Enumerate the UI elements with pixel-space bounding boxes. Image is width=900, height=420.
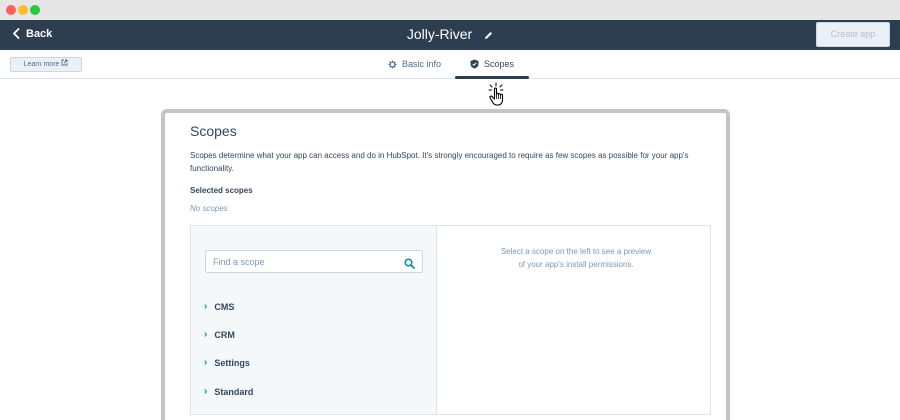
scope-list-panel: Find a scope › CMS › CRM › Settings › St… (191, 226, 437, 414)
scope-search-input[interactable]: Find a scope (205, 250, 423, 273)
tab-basic-info-label: Basic info (402, 59, 442, 69)
scope-search-placeholder: Find a scope (213, 257, 265, 267)
no-scopes-text: No scopes (190, 204, 228, 213)
hand-pointer-cursor-icon (486, 82, 508, 111)
selected-scopes-label: Selected scopes (190, 186, 253, 195)
sub-navigation: Learn more Basic info Scopes (0, 50, 900, 79)
external-link-icon (61, 59, 68, 68)
search-icon[interactable] (404, 256, 415, 274)
create-app-button[interactable]: Create app (816, 22, 890, 47)
minimize-window-button[interactable] (18, 5, 28, 15)
zoom-window-button[interactable] (30, 5, 40, 15)
scope-preview-text: Select a scope on the left to see a prev… (500, 247, 652, 269)
scopes-card: Scopes Scopes determine what your app ca… (161, 109, 730, 420)
scope-category-label: Standard (214, 386, 254, 397)
scopes-description: Scopes determine what your app can acces… (190, 151, 689, 173)
scope-category-label: CRM (214, 329, 235, 340)
learn-more-label: Learn more (23, 61, 60, 68)
scope-category-label: CMS (214, 301, 235, 312)
scope-picker-panel: Find a scope › CMS › CRM › Settings › St… (190, 225, 711, 415)
tab-basic-info[interactable]: Basic info (388, 59, 441, 69)
window-titlebar (0, 0, 900, 20)
chevron-right-icon: › (204, 357, 208, 368)
learn-more-button[interactable]: Learn more (10, 57, 82, 72)
scope-preview-panel: Select a scope on the left to see a prev… (438, 226, 710, 414)
active-tab-indicator (455, 76, 529, 79)
shield-icon (470, 59, 479, 69)
app-title-container: Jolly-River (0, 26, 900, 43)
chevron-right-icon: › (204, 301, 208, 312)
tab-scopes[interactable]: Scopes (470, 59, 514, 69)
scope-category-crm[interactable]: › CRM (204, 329, 235, 340)
scopes-title: Scopes (190, 123, 237, 139)
chevron-right-icon: › (204, 386, 208, 397)
scope-category-standard[interactable]: › Standard (204, 386, 253, 397)
gear-icon (388, 59, 397, 69)
app-title: Jolly-River (406, 26, 473, 42)
chevron-right-icon: › (204, 329, 208, 340)
scope-category-cms[interactable]: › CMS (204, 301, 234, 312)
scope-category-settings[interactable]: › Settings (204, 357, 250, 368)
tab-scopes-label: Scopes (484, 59, 515, 69)
pencil-icon[interactable] (484, 27, 493, 43)
close-window-button[interactable] (6, 5, 16, 15)
scope-category-label: Settings (214, 357, 250, 368)
app-header: Back Jolly-River Create app (0, 20, 900, 50)
